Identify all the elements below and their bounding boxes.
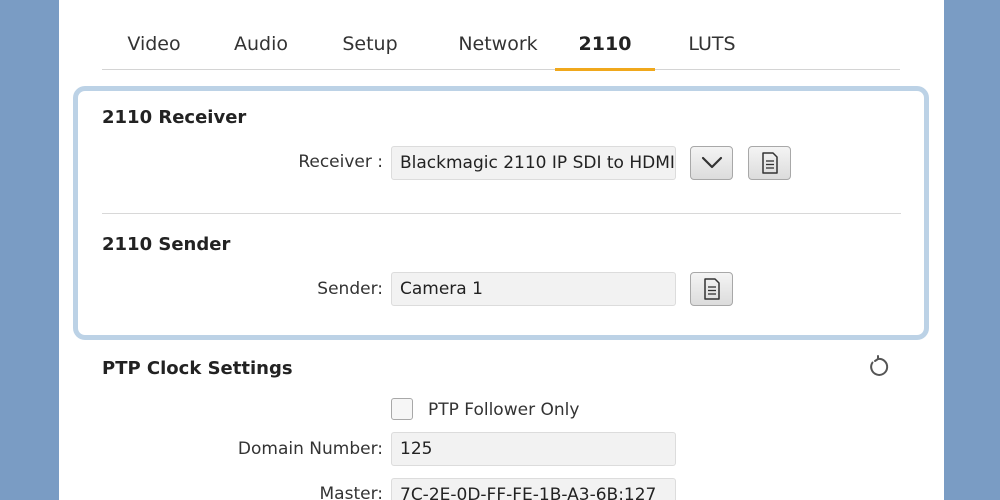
tab-video-label: Video [127, 33, 181, 55]
ptp-follower-only-label: PTP Follower Only [428, 400, 580, 420]
document-icon [703, 278, 720, 300]
tab-video[interactable]: Video [116, 30, 192, 70]
tab-bar: Video Audio Setup Network 2110 LUTS [102, 0, 900, 71]
tab-network-label: Network [458, 33, 538, 55]
tab-audio-label: Audio [233, 33, 288, 55]
receiver-sender-card: 2110 Receiver Receiver : Blackmagic 2110… [73, 86, 929, 340]
receiver-section-title: 2110 Receiver [102, 107, 247, 128]
sender-label: Sender: [317, 279, 383, 299]
tab-network[interactable]: Network [445, 30, 551, 70]
ptp-section-title: PTP Clock Settings [102, 358, 293, 379]
settings-panel: Video Audio Setup Network 2110 LUTS 2110… [59, 0, 944, 500]
tab-2110[interactable]: 2110 [555, 30, 655, 71]
section-divider [102, 213, 901, 214]
tab-setup[interactable]: Setup [331, 30, 409, 70]
tab-luts[interactable]: LUTS [668, 30, 756, 70]
ptp-reset-button[interactable] [865, 354, 891, 380]
tab-2110-label: 2110 [578, 33, 632, 55]
domain-number-field[interactable]: 125 [391, 432, 676, 466]
domain-number-label: Domain Number: [237, 439, 383, 459]
sender-section-title: 2110 Sender [102, 234, 231, 255]
tab-setup-label: Setup [342, 33, 398, 55]
receiver-select[interactable]: Blackmagic 2110 IP SDI to HDMI.... [391, 146, 676, 180]
receiver-details-button[interactable] [748, 146, 791, 180]
sender-name-field[interactable]: Camera 1 [391, 272, 676, 306]
sender-details-button[interactable] [690, 272, 733, 306]
master-field: 7C-2E-0D-FF-FE-1B-A3-6B:127 [391, 478, 676, 500]
ptp-follower-only-checkbox[interactable] [391, 398, 413, 420]
reset-icon [870, 355, 889, 376]
document-icon [761, 152, 778, 174]
tab-luts-label: LUTS [688, 33, 736, 55]
chevron-down-icon [701, 156, 722, 169]
tab-audio[interactable]: Audio [224, 30, 298, 70]
receiver-dropdown-button[interactable] [690, 146, 733, 180]
receiver-label: Receiver : [298, 152, 383, 172]
master-label: Master: [319, 484, 383, 500]
active-tab-indicator [555, 68, 655, 71]
